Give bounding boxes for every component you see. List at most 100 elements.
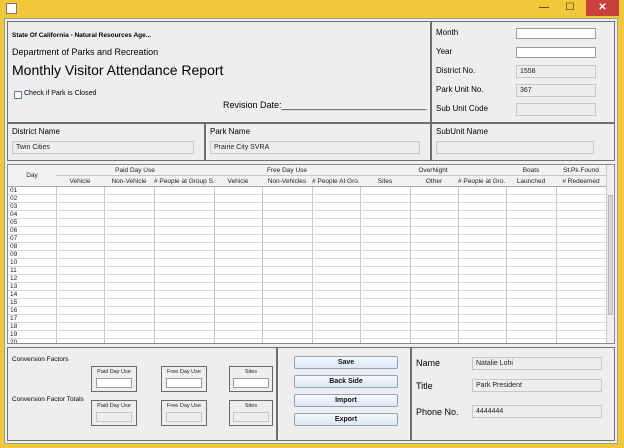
park-name-field[interactable]: Prairie City SVRA xyxy=(210,141,420,154)
table-row[interactable] xyxy=(8,282,606,283)
free-day-use-total-box: Free Day Use xyxy=(161,400,207,426)
import-button[interactable]: Import xyxy=(294,394,398,407)
subunit-name-panel: SubUnit Name xyxy=(431,123,615,161)
year-input[interactable] xyxy=(516,47,596,58)
title-bar: — ☐ ✕ xyxy=(0,0,624,17)
table-row-day: 20 xyxy=(10,339,18,344)
java-app-icon xyxy=(6,3,17,14)
group-overnight: OverNight xyxy=(418,167,448,174)
table-row[interactable] xyxy=(8,242,606,243)
col-free-people-group[interactable]: # People At Gro... xyxy=(312,177,360,186)
paid-day-use-label: Paid Day Use xyxy=(97,369,131,375)
save-button[interactable]: Save xyxy=(294,356,398,369)
col-overnight-people-group[interactable]: # People at Gro... xyxy=(458,177,506,186)
col-vehicle[interactable]: Vehicle xyxy=(56,177,104,186)
free-day-use-factor-box: Free Day Use xyxy=(161,366,207,392)
paid-day-use-factor-input[interactable] xyxy=(96,378,132,388)
park-name-label: Park Name xyxy=(210,127,251,136)
conversion-panel: Conversion Factors Conversion Factor Tot… xyxy=(7,347,277,441)
sites-total-label: Sites xyxy=(244,403,258,409)
table-row[interactable] xyxy=(8,234,606,235)
actions-panel: Save Back Side Import Export xyxy=(277,347,411,441)
free-day-use-factor-input[interactable] xyxy=(166,378,202,388)
col-launched[interactable]: Launched xyxy=(506,177,556,186)
month-label: Month xyxy=(436,28,459,37)
group-st-pk-found: St.Pk.Found xyxy=(563,167,599,174)
col-people-group[interactable]: # People at Group S... xyxy=(154,177,214,186)
paid-day-use-total-label: Paid Day Use xyxy=(97,403,131,409)
table-row[interactable] xyxy=(8,218,606,219)
contact-panel: Name Natalie Lohi Title Park President P… xyxy=(411,347,615,441)
year-label: Year xyxy=(436,47,453,56)
table-row[interactable] xyxy=(8,330,606,331)
park-closed-label: Check if Park is Closed xyxy=(24,90,97,97)
table-row[interactable] xyxy=(8,210,606,211)
table-row[interactable] xyxy=(8,322,606,323)
name-field[interactable]: Natalie Lohi xyxy=(472,357,602,370)
department-label: Department of Parks and Recreation xyxy=(12,47,159,57)
conversion-totals-label: Conversion Factor Totals xyxy=(12,396,84,403)
col-non-vehicle[interactable]: Non-Vehicle xyxy=(104,177,154,186)
maximize-button[interactable]: ☐ xyxy=(558,0,582,16)
table-row[interactable] xyxy=(8,290,606,291)
window-client-area: State Of California - Natural Resources … xyxy=(4,18,618,444)
col-sites[interactable]: Sites xyxy=(360,177,410,186)
park-closed-checkbox[interactable] xyxy=(14,91,22,99)
paid-day-use-total-field[interactable] xyxy=(96,412,132,422)
table-row[interactable] xyxy=(8,194,606,195)
subunit-name-label: SubUnit Name xyxy=(436,127,489,136)
minimize-button[interactable]: — xyxy=(532,0,556,16)
district-name-field[interactable]: Twin Cities xyxy=(12,141,194,154)
export-button[interactable]: Export xyxy=(294,413,398,426)
table-scrollbar-thumb[interactable] xyxy=(608,195,613,315)
col-free-vehicle[interactable]: Vehicle xyxy=(214,177,262,186)
title-label: Title xyxy=(416,381,433,391)
table-row[interactable] xyxy=(8,250,606,251)
subunit-name-field[interactable] xyxy=(436,141,594,154)
table-row[interactable] xyxy=(8,314,606,315)
col-other[interactable]: Other xyxy=(410,177,458,186)
table-row[interactable] xyxy=(8,258,606,259)
table-row[interactable] xyxy=(8,202,606,203)
phone-field[interactable]: 4444444 xyxy=(472,405,602,418)
conversion-factors-label: Conversion Factors xyxy=(12,356,69,363)
group-paid-day-use: Paid Day Use xyxy=(115,167,155,174)
header-divider xyxy=(56,175,606,176)
close-button[interactable]: ✕ xyxy=(586,0,619,16)
district-name-panel: District Name Twin Cities xyxy=(7,123,205,161)
sites-factor-input[interactable] xyxy=(233,378,269,388)
sites-total-field[interactable] xyxy=(233,412,269,422)
sites-factor-box: Sites xyxy=(229,366,273,392)
paid-day-use-total-box: Paid Day Use xyxy=(91,400,137,426)
table-row[interactable] xyxy=(8,266,606,267)
name-label: Name xyxy=(416,358,441,368)
free-day-use-total-field[interactable] xyxy=(166,412,202,422)
day-header: Day xyxy=(26,172,38,179)
attendance-table: Day Paid Day Use Free Day Use OverNight … xyxy=(7,164,615,344)
title-field[interactable]: Park President xyxy=(472,379,602,392)
sites-label: Sites xyxy=(244,369,258,375)
table-row[interactable] xyxy=(8,226,606,227)
table-body[interactable]: 01 02 03 04 05 06 07 08 09 10 11 12 13 14 15 16 17 18 19 20 xyxy=(8,187,606,344)
agency-label: State Of California - Natural Resources … xyxy=(12,32,152,39)
free-day-use-label: Free Day Use xyxy=(167,369,201,375)
table-row[interactable] xyxy=(8,338,606,339)
col-non-vehicles[interactable]: Non-Vehicles xyxy=(262,177,312,186)
back-side-button[interactable]: Back Side xyxy=(294,375,398,388)
district-no-label: District No. xyxy=(436,66,476,75)
group-boats: Boats xyxy=(522,167,540,174)
table-scrollbar[interactable] xyxy=(606,165,614,343)
park-unit-field[interactable]: 367 xyxy=(516,84,596,97)
table-row[interactable] xyxy=(8,298,606,299)
report-header-panel: State Of California - Natural Resources … xyxy=(7,21,431,123)
table-row[interactable] xyxy=(8,306,606,307)
revision-date-label: Revision Date:__________________________… xyxy=(223,100,427,110)
month-input[interactable] xyxy=(516,28,596,39)
table-row[interactable] xyxy=(8,274,606,275)
free-day-use-total-label: Free Day Use xyxy=(167,403,201,409)
district-no-field[interactable]: 1558 xyxy=(516,65,596,78)
col-redeemed[interactable]: # Redeemed xyxy=(556,177,606,186)
park-name-panel: Park Name Prairie City SVRA xyxy=(205,123,431,161)
sub-unit-code-field[interactable] xyxy=(516,103,596,116)
paid-day-use-factor-box: Paid Day Use xyxy=(91,366,137,392)
